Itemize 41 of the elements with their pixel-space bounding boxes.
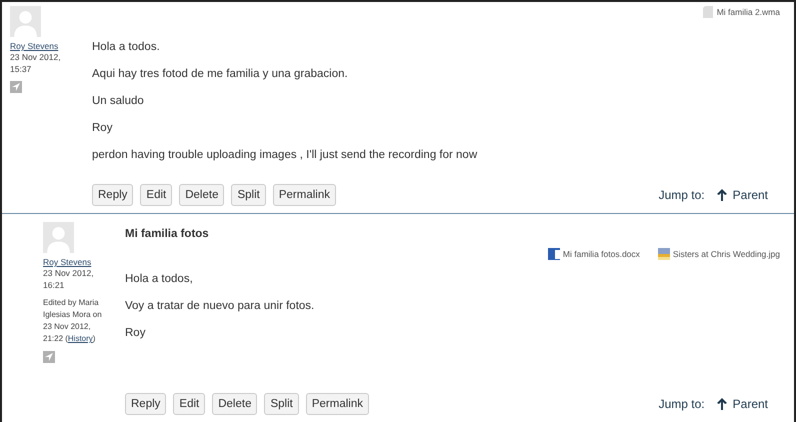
action-button[interactable]: Split xyxy=(231,184,266,206)
attachment-link[interactable]: Mi familia 2.wma xyxy=(716,7,780,17)
post-date: 23 Nov 2012, 16:21 xyxy=(43,267,95,291)
post-paragraph: Voy a tratar de nuevo para unir fotos. xyxy=(125,299,316,314)
parent-link[interactable]: Parent xyxy=(716,188,768,202)
post-title: Mi familia fotos xyxy=(125,228,209,240)
action-button[interactable]: Reply xyxy=(92,184,134,206)
action-button[interactable]: Edit xyxy=(140,184,172,206)
action-button[interactable]: Permalink xyxy=(272,184,336,206)
attachment-link[interactable]: Sisters at Chris Wedding.jpg xyxy=(672,249,780,259)
file-icon xyxy=(702,6,714,18)
post-paragraph: Hola a todos. xyxy=(92,40,161,55)
post-paragraph: Roy xyxy=(125,326,146,341)
post-paragraph: Un saludo xyxy=(92,94,145,109)
action-button[interactable]: Permalink xyxy=(306,393,369,415)
action-button[interactable]: Edit xyxy=(173,393,206,415)
post-date: 23 Nov 2012, 15:37 xyxy=(10,51,62,75)
author-link[interactable]: Roy Stevens xyxy=(10,41,58,51)
post-paragraph: Aqui hay tres fotod de me familia y una grabacion. xyxy=(92,67,349,82)
document-icon xyxy=(548,248,560,260)
action-button[interactable]: Delete xyxy=(212,393,258,415)
parent-link[interactable]: Parent xyxy=(716,397,768,411)
avatar-icon xyxy=(10,6,41,37)
jump-label: Jump to: xyxy=(658,397,705,411)
history-link[interactable]: History xyxy=(68,334,93,343)
post-paragraph: Roy xyxy=(92,121,114,136)
avatar-icon xyxy=(43,222,74,253)
arrow-up-icon xyxy=(716,189,727,201)
action-button[interactable]: Delete xyxy=(179,184,224,206)
send-icon[interactable] xyxy=(10,81,22,93)
action-button[interactable]: Reply xyxy=(125,393,166,415)
jump-label: Jump to: xyxy=(658,188,705,202)
post-paragraph: perdon having trouble uploading images , I'll just send the recording for now xyxy=(92,148,478,163)
author-link[interactable]: Roy Stevens xyxy=(43,257,92,267)
attachment-link[interactable]: Mi familia fotos.docx xyxy=(562,249,640,259)
arrow-up-icon xyxy=(716,398,727,410)
send-icon[interactable] xyxy=(43,351,55,363)
edited-note: Edited by Maria Iglesias Mora on 23 Nov 2012, 21:22 (History) xyxy=(43,297,103,345)
action-button[interactable]: Split xyxy=(264,393,299,415)
post-paragraph: Hola a todos, xyxy=(125,272,194,287)
image-icon xyxy=(658,248,670,260)
